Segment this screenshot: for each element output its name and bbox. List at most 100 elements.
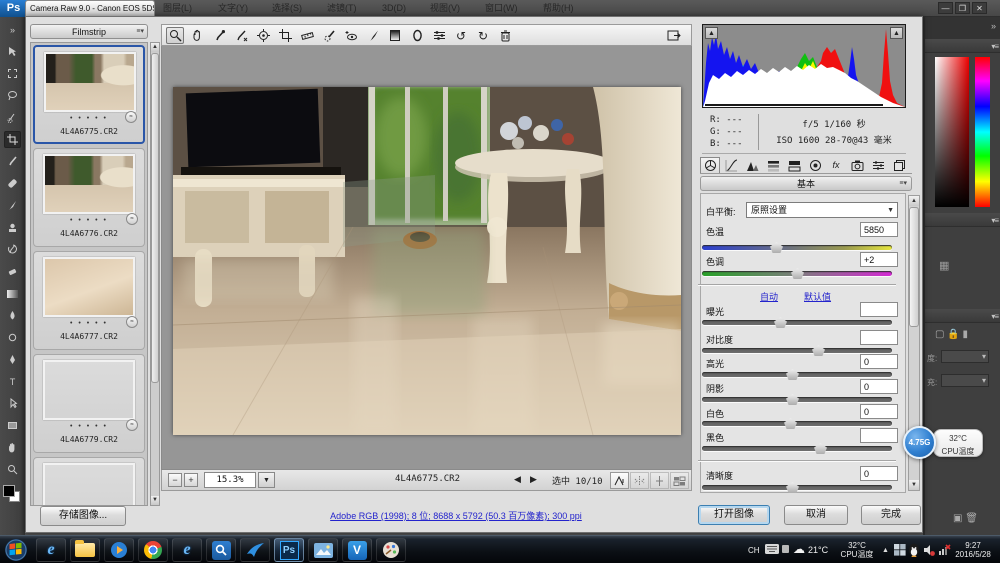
panel-menu-icon[interactable]: ▾≡ — [991, 42, 998, 51]
targeted-adjustment-tool-icon[interactable] — [254, 27, 272, 44]
brush-tool-icon[interactable] — [4, 197, 21, 214]
minimize-button[interactable]: — — [938, 2, 953, 14]
keyboard-icon[interactable] — [765, 544, 779, 556]
start-button[interactable] — [3, 538, 29, 562]
paint-app-icon[interactable] — [376, 538, 406, 562]
gradient-tool-icon[interactable] — [4, 285, 21, 302]
crop-tool-icon[interactable] — [4, 131, 21, 148]
file-explorer-icon[interactable] — [70, 538, 100, 562]
opacity-dropdown[interactable]: ▾ — [941, 350, 989, 363]
filmstrip-item[interactable]: • • • • • ≈ 4L4A6779.CR2 — [33, 354, 145, 453]
swatches-panel-header[interactable]: ▾≡ — [925, 213, 1000, 227]
clock[interactable]: 9:27 2016/5/28 — [950, 541, 996, 559]
tray-window-icon[interactable] — [894, 544, 906, 558]
shadows-value[interactable]: 0 — [860, 379, 898, 394]
scroll-up-icon[interactable]: ▲ — [151, 43, 159, 52]
filmstrip-header[interactable]: Filmstrip ≡▾ — [30, 24, 148, 39]
white-balance-dropdown[interactable]: 原照设置 ▼ — [746, 202, 898, 218]
video-app-icon[interactable]: V — [342, 538, 372, 562]
hand-tool-icon[interactable] — [188, 27, 206, 44]
filmstrip-item[interactable]: • • • • • ≈ 4L4A6777.CR2 — [33, 251, 145, 350]
auto-link[interactable]: 自动 — [760, 290, 778, 303]
temperature-value[interactable]: 5850 — [860, 222, 898, 237]
close-button[interactable]: ✕ — [972, 2, 987, 14]
color-picker-field[interactable] — [935, 57, 969, 207]
search-app-icon[interactable] — [206, 538, 236, 562]
delete-icon[interactable] — [496, 27, 514, 44]
radial-filter-tool-icon[interactable] — [408, 27, 426, 44]
basic-panel-menu-icon[interactable]: ≡▾ — [899, 177, 907, 191]
whites-slider[interactable] — [702, 421, 892, 426]
before-after-swap-icon[interactable] — [630, 472, 649, 489]
tab-snapshots[interactable] — [889, 157, 909, 173]
adjustments-grid-icon[interactable]: ▦ — [939, 259, 949, 272]
eyedropper-tool-icon[interactable] — [4, 153, 21, 170]
thumbnail-image[interactable] — [43, 463, 135, 506]
adjustment-brush-tool-icon[interactable] — [364, 27, 382, 44]
menu-window[interactable]: 窗口(W) — [485, 0, 518, 17]
tab-basic[interactable] — [700, 157, 720, 173]
image-preview-area[interactable] — [161, 46, 692, 470]
scrollbar-thumb[interactable] — [151, 53, 159, 383]
highlights-value[interactable]: 0 — [860, 354, 898, 369]
hue-slider[interactable] — [975, 57, 990, 207]
volume-icon[interactable] — [923, 544, 935, 558]
spot-removal-tool-icon[interactable] — [320, 27, 338, 44]
preferences-icon[interactable] — [430, 27, 448, 44]
clarity-value[interactable]: 0 — [860, 466, 898, 481]
shadow-clipping-toggle-icon[interactable]: ▲ — [705, 27, 718, 39]
qq-icon[interactable] — [908, 543, 920, 559]
eraser-tool-icon[interactable] — [4, 263, 21, 280]
contrast-slider[interactable] — [702, 348, 892, 353]
copy-settings-icon[interactable] — [650, 472, 669, 489]
clone-stamp-tool-icon[interactable] — [4, 219, 21, 236]
collapse-panels-icon[interactable]: » — [991, 21, 996, 31]
panel-menu-icon[interactable]: ▾≡ — [991, 216, 998, 225]
cpu-temp-tray[interactable]: 32°C CPU温度 — [836, 541, 878, 559]
zoom-tool-icon[interactable] — [4, 461, 21, 478]
menu-type[interactable]: 文字(Y) — [218, 0, 248, 17]
red-eye-removal-tool-icon[interactable] — [342, 27, 360, 44]
filmstrip-scrollbar[interactable]: ▲ ▼ — [150, 42, 160, 506]
weather-cloud-icon[interactable]: ☁ — [793, 542, 805, 556]
panel-menu-icon[interactable]: ▾≡ — [991, 312, 998, 321]
blur-tool-icon[interactable] — [4, 307, 21, 324]
next-image-icon[interactable]: ▶ — [530, 474, 537, 485]
graduated-filter-tool-icon[interactable] — [386, 27, 404, 44]
tab-lens-corrections[interactable] — [805, 157, 825, 173]
split-view-icon[interactable] — [670, 472, 689, 489]
highlight-clipping-toggle-icon[interactable]: ▲ — [890, 27, 903, 39]
color-panel-header[interactable]: ▾≡ — [925, 39, 1000, 53]
previous-image-icon[interactable]: ◀ — [514, 474, 521, 485]
fullscreen-toggle-icon[interactable] — [665, 27, 683, 44]
quick-selection-tool-icon[interactable] — [4, 109, 21, 126]
blacks-slider[interactable] — [702, 446, 892, 451]
color-swatches[interactable] — [3, 485, 21, 503]
ime-icon[interactable] — [782, 545, 789, 553]
basic-panel-header[interactable]: 基本 ≡▾ — [700, 176, 912, 191]
cancel-button[interactable]: 取消 — [784, 505, 848, 525]
tab-tone-curve[interactable] — [721, 157, 741, 173]
rotate-right-icon[interactable]: ↻ — [474, 27, 492, 44]
thumbnail-image[interactable] — [43, 360, 135, 420]
memory-float-ball[interactable]: 4.75G — [903, 426, 936, 459]
photo-canvas[interactable] — [173, 87, 681, 435]
rotate-left-icon[interactable]: ↺ — [452, 27, 470, 44]
fill-dropdown[interactable]: ▾ — [941, 374, 989, 387]
tab-presets[interactable] — [868, 157, 888, 173]
marquee-tool-icon[interactable] — [4, 65, 21, 82]
thumbnail-image[interactable] — [44, 52, 136, 112]
path-selection-tool-icon[interactable] — [4, 395, 21, 412]
photoshop-taskbar-icon[interactable]: Ps — [274, 538, 304, 562]
crop-tool-icon[interactable] — [276, 27, 294, 44]
menu-filter[interactable]: 滤镜(T) — [327, 0, 357, 17]
layer-panel-footer-icons[interactable]: ▣ 🗑 — [953, 513, 978, 524]
color-sampler-tool-icon[interactable] — [232, 27, 250, 44]
filmstrip-item[interactable]: • • • • • ≈ 4L4A6776.CR2 — [33, 148, 145, 247]
workflow-options-link[interactable]: Adobe RGB (1998); 8 位; 8688 x 5792 (50.3… — [176, 509, 736, 522]
chrome-icon[interactable] — [138, 538, 168, 562]
scroll-up-icon[interactable]: ▲ — [909, 196, 919, 206]
layer-lock-icons[interactable]: ▢ 🔒 ▮ — [935, 329, 968, 340]
filmstrip-menu-icon[interactable]: ≡▾ — [136, 25, 144, 39]
whites-value[interactable]: 0 — [860, 404, 898, 419]
